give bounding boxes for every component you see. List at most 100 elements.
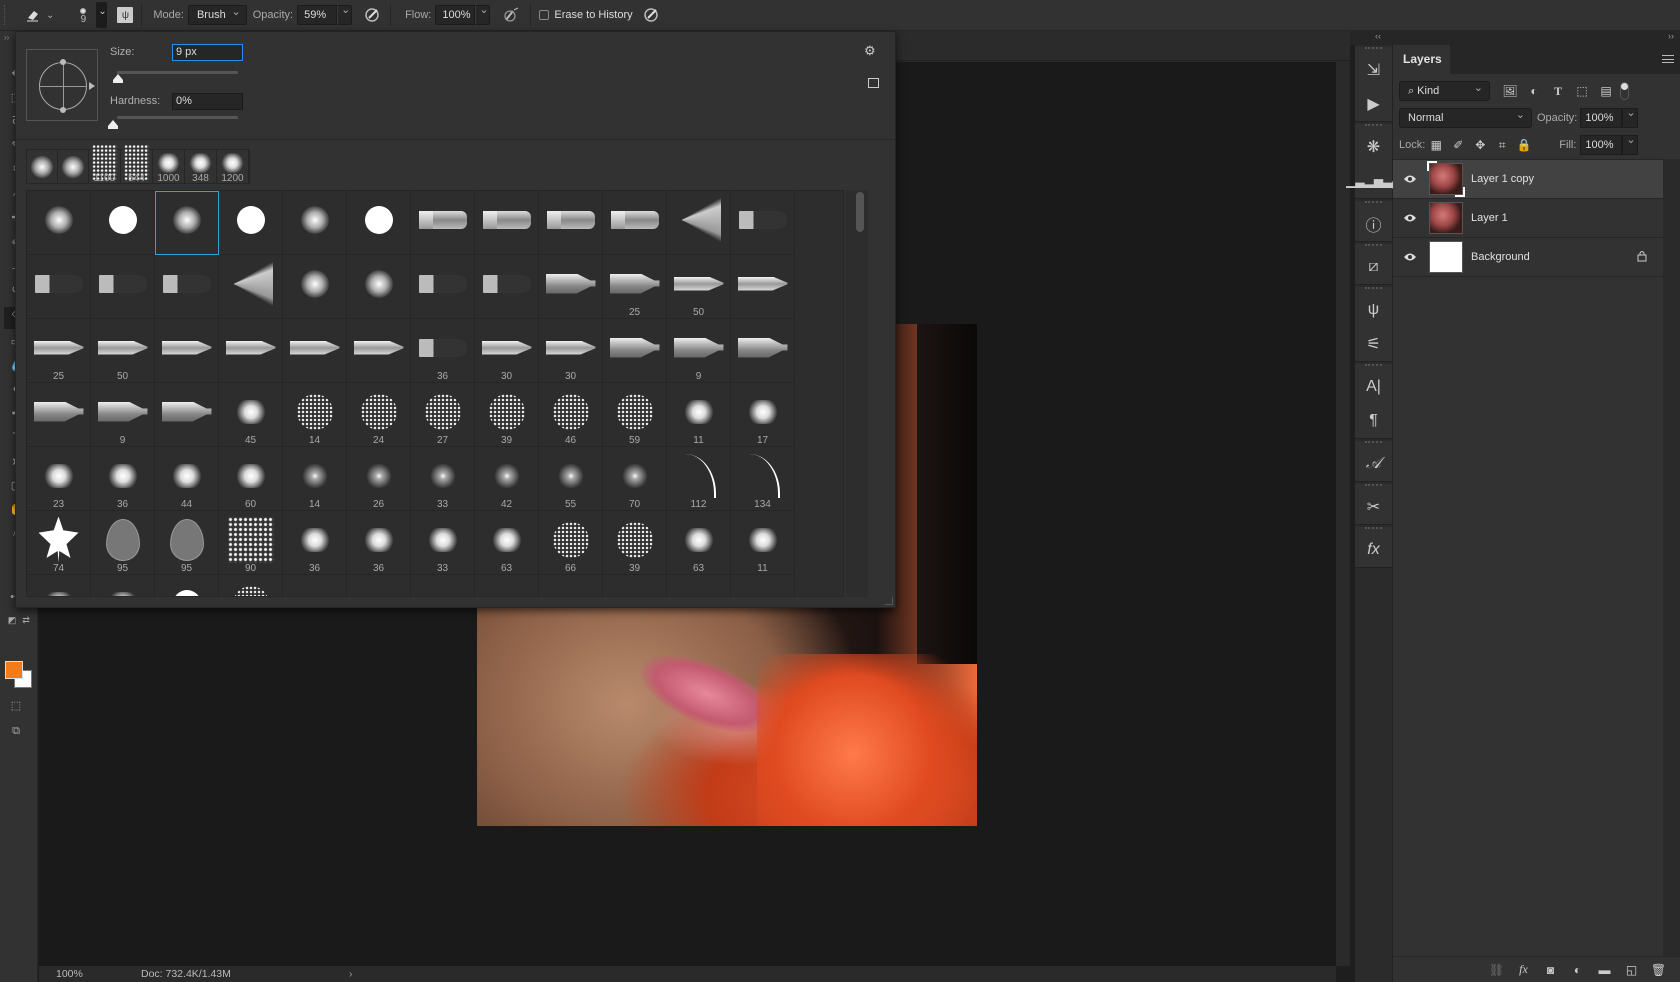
actions-play-icon[interactable]: ▶ [1355, 87, 1392, 121]
brush-preset[interactable] [91, 191, 155, 255]
visibility-eye-icon[interactable] [1393, 250, 1427, 265]
presets-scrollbar-thumb[interactable] [856, 192, 864, 232]
brushes-panel-icon[interactable]: ψ [1355, 293, 1392, 327]
layer-name[interactable]: Layer 1 copy [1471, 173, 1534, 185]
brush-preset[interactable]: 27 [411, 383, 475, 447]
add-layer-mask-icon[interactable]: ◙ [1537, 963, 1564, 977]
brush-preset[interactable]: 33 [411, 447, 475, 511]
brush-preset[interactable] [731, 319, 795, 383]
brush-preset[interactable] [27, 575, 91, 596]
recent-brush[interactable]: 1000 [153, 150, 185, 184]
recent-brush[interactable]: 1200 [217, 150, 249, 184]
brush-preset[interactable]: 44 [155, 447, 219, 511]
brush-preset[interactable] [667, 191, 731, 255]
brush-preset[interactable] [283, 255, 347, 319]
fill-slider-toggle[interactable] [1622, 133, 1639, 155]
filter-toggle-switch[interactable] [1620, 82, 1629, 100]
paragraph-icon[interactable]: ¶ [1355, 404, 1392, 438]
brush-preset[interactable] [219, 319, 283, 383]
airbrush-icon[interactable] [502, 5, 522, 25]
brush-preset[interactable] [731, 191, 795, 255]
size-slider-thumb[interactable] [113, 74, 123, 83]
brush-preset[interactable]: 50 [667, 255, 731, 319]
brush-preset[interactable] [667, 575, 731, 596]
brush-preset[interactable]: 90 [219, 511, 283, 575]
brush-preset[interactable]: 23 [27, 447, 91, 511]
blend-mode-select[interactable]: Normal [1399, 106, 1532, 128]
brush-preset[interactable] [347, 191, 411, 255]
visibility-eye-icon[interactable] [1393, 211, 1427, 226]
history-icon[interactable]: ⇲ [1355, 53, 1392, 87]
brush-preset[interactable]: 33 [411, 511, 475, 575]
styles-fx-icon[interactable]: fx [1355, 533, 1392, 567]
brush-preset[interactable] [155, 319, 219, 383]
opacity-input[interactable]: 59% [297, 5, 338, 25]
brush-preset[interactable] [539, 191, 603, 255]
resize-grip-icon[interactable] [885, 597, 893, 605]
brush-preset[interactable]: 63 [475, 511, 539, 575]
layer-lock-icon[interactable] [1637, 250, 1647, 265]
brush-preset[interactable] [731, 255, 795, 319]
collapse-panels-icon[interactable]: ›› [1668, 31, 1674, 41]
brush-preset[interactable]: 36 [283, 511, 347, 575]
brush-preset[interactable] [539, 255, 603, 319]
layer-thumbnail[interactable] [1429, 202, 1463, 234]
mode-select[interactable]: Brush [187, 3, 247, 25]
lock-all-icon[interactable]: 🔒 [1513, 138, 1535, 152]
brush-angle-roundness-widget[interactable] [26, 49, 98, 121]
roundness-handle[interactable] [60, 107, 66, 113]
brush-preset[interactable] [27, 255, 91, 319]
filter-kind-select[interactable]: ⌕ Kind [1399, 79, 1490, 101]
filter-adjustment-layers-icon[interactable]: ◐ [1522, 84, 1546, 98]
brush-preset[interactable] [219, 255, 283, 319]
brush-preset[interactable]: 63 [667, 511, 731, 575]
new-layer-icon[interactable]: ◱ [1618, 963, 1645, 977]
brush-preset[interactable]: 95 [91, 511, 155, 575]
brush-settings-panel-button[interactable]: ψ [117, 7, 134, 23]
pressure-opacity-icon[interactable] [362, 5, 382, 25]
brush-preset[interactable] [731, 575, 795, 596]
swap-colors-icon[interactable]: ⇄ [18, 615, 34, 629]
layers-scrollbar[interactable] [1663, 159, 1680, 959]
fill-input[interactable]: 100% [1580, 135, 1623, 155]
new-adjustment-layer-icon[interactable]: ◐ [1564, 963, 1591, 977]
brush-preset[interactable] [411, 255, 475, 319]
brush-preset[interactable]: 36 [411, 319, 475, 383]
lock-transparency-icon[interactable]: ▦ [1425, 138, 1447, 152]
pressure-size-icon[interactable] [641, 5, 661, 25]
screen-mode-icon[interactable]: ⧉ [8, 725, 24, 739]
filter-shape-layers-icon[interactable]: ⬚ [1570, 84, 1594, 98]
hardness-slider-thumb[interactable] [108, 120, 118, 129]
status-menu-arrow[interactable]: › [349, 968, 353, 980]
delete-layer-trash-icon[interactable]: 🗑 [1645, 963, 1672, 977]
collapse-dock-icon[interactable]: ‹‹ [1375, 31, 1381, 41]
brush-preset[interactable]: 134 [731, 447, 795, 511]
brush-preset[interactable] [283, 575, 347, 596]
brush-preset[interactable] [27, 191, 91, 255]
lock-position-icon[interactable]: ✥ [1469, 138, 1491, 152]
clone-source-icon[interactable]: ⧄ [1355, 250, 1392, 284]
layer-name[interactable]: Layer 1 [1471, 212, 1508, 224]
angle-handle-arrow-icon[interactable] [89, 82, 95, 90]
brush-preset[interactable] [475, 191, 539, 255]
brush-preset[interactable] [155, 255, 219, 319]
layer-thumbnail[interactable] [1427, 161, 1465, 197]
hardness-input[interactable]: 0% [172, 93, 243, 110]
layer-row[interactable]: Layer 1 [1393, 199, 1663, 238]
brush-preset[interactable] [603, 319, 667, 383]
tool-preset-picker[interactable]: ⌄ [24, 5, 54, 25]
size-slider-track[interactable] [117, 71, 238, 74]
filter-pixel-layers-icon[interactable]: 🖼 [1498, 84, 1522, 98]
brush-preset[interactable]: 9 [667, 319, 731, 383]
brush-preset[interactable]: 60 [219, 447, 283, 511]
tab-layers[interactable]: Layers [1393, 45, 1450, 74]
brush-preset[interactable] [283, 191, 347, 255]
brush-preset[interactable] [539, 575, 603, 596]
brush-preset[interactable]: 26 [347, 447, 411, 511]
layer-row[interactable]: Layer 1 copy [1393, 160, 1663, 199]
layer-opacity-input[interactable]: 100% [1580, 108, 1623, 128]
presets-scrollbar-track[interactable] [846, 190, 868, 597]
brush-preset[interactable] [155, 191, 219, 255]
brush-preset[interactable] [283, 319, 347, 383]
brush-preset[interactable]: 50 [91, 319, 155, 383]
